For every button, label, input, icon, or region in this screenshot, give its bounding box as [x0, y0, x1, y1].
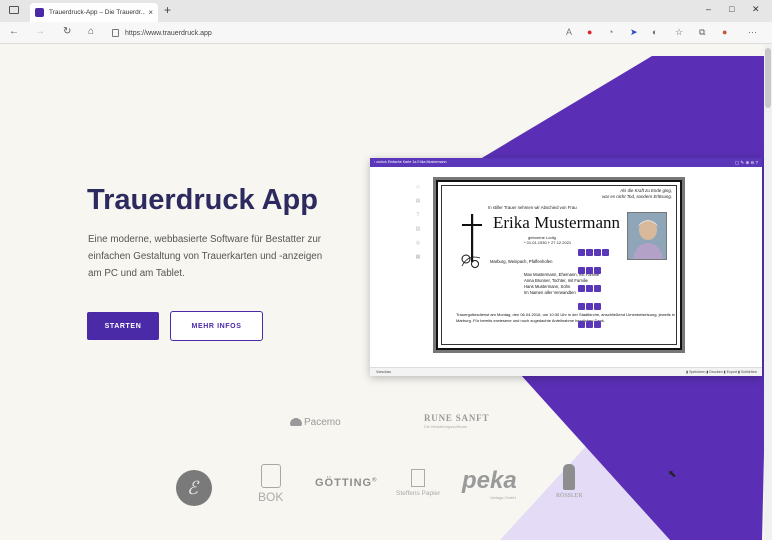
- logo-peka: peka: [462, 467, 517, 494]
- url-text: https://www.trauerdruck.app: [125, 29, 212, 37]
- browser-nav-bar: ← → ↻ ⌂ https://www.trauerdruck.app A ● …: [0, 22, 772, 44]
- logo-gotting: GÖTTING®: [315, 477, 378, 489]
- hero-description: Eine moderne, webbasierte Software für B…: [88, 234, 323, 279]
- steffens-flag-icon: [411, 469, 426, 487]
- favorites-icon[interactable]: ☆: [675, 27, 683, 38]
- lock-icon: [112, 29, 119, 37]
- card-quote-line2: war es nicht Tod, sondern Erlösung.: [602, 193, 672, 199]
- logo-steffens-text: Steffens Papier: [396, 490, 441, 497]
- logo-pacemo-text: Pacemo: [304, 417, 341, 428]
- read-aloud-icon[interactable]: A: [566, 27, 572, 37]
- app-preview-tool-grid: [577, 243, 611, 333]
- hero-title: Trauerdruck App: [87, 184, 318, 216]
- browser-menu-button[interactable]: ···: [748, 27, 757, 37]
- page-content: Trauerdruck App Eine moderne, webbasiert…: [0, 44, 772, 540]
- scrollbar-thumb[interactable]: [765, 48, 771, 108]
- tab-title: Trauerdruck-App – Die Trauerdr...: [49, 9, 146, 16]
- tab-close-button[interactable]: ×: [148, 8, 153, 17]
- mourning-card-frame: Als die Kraft zu Ende ging, war es nicht…: [441, 185, 677, 345]
- logo-bok-text: BOK: [258, 490, 284, 504]
- more-info-button[interactable]: MEHR INFOS: [170, 311, 263, 341]
- extension-red-icon[interactable]: ●: [587, 27, 592, 37]
- card-dates: * 01.01.1930 † 27.12.2021: [524, 240, 572, 245]
- card-places: Marburg, Weinpach, Pfaffenhofen: [490, 259, 553, 264]
- mourning-card: Als die Kraft zu Ende ging, war es nicht…: [436, 180, 682, 350]
- logo-rune-sanft-sub: Die Bestattungssoftware: [424, 424, 468, 429]
- start-button[interactable]: STARTEN: [87, 312, 159, 340]
- browser-tab-bar: Trauerdruck-App – Die Trauerdr... × + – …: [0, 0, 772, 22]
- card-ceremony-text: Trauergottesdienst am Montag, den 06.04.…: [456, 312, 675, 323]
- home-icon[interactable]: ⌂: [88, 26, 94, 37]
- cloud-icon: [290, 418, 302, 427]
- page-scrollbar[interactable]: [764, 44, 772, 540]
- refresh-icon[interactable]: ↻: [63, 26, 71, 37]
- logo-steffens: Steffens Papier: [396, 469, 440, 497]
- tab-actions-icon[interactable]: [9, 6, 19, 14]
- profile-avatar[interactable]: ●: [722, 27, 727, 37]
- logo-gotting-text: GÖTTING: [315, 477, 373, 489]
- close-window-button[interactable]: ✕: [752, 4, 760, 15]
- new-tab-button[interactable]: +: [164, 3, 171, 17]
- card-portrait-photo: [627, 212, 667, 260]
- logo-rossler-text: RÖSSLER: [556, 493, 583, 499]
- extension-icon[interactable]: ◔: [608, 27, 613, 37]
- back-arrow-icon[interactable]: ←: [9, 26, 19, 37]
- forward-arrow-icon[interactable]: →: [35, 26, 45, 37]
- collections-icon[interactable]: ⧉: [699, 27, 705, 38]
- logo-bok: BOK: [258, 464, 283, 504]
- app-preview-screenshot: ‹ zurück Einfache Karte 1a Erika Musterm…: [370, 158, 762, 376]
- logo-pacemo: Pacemo: [290, 417, 341, 428]
- card-intro: In stiller Trauer nehmen wir Abschied vo…: [488, 205, 577, 210]
- app-preview-status-right: ▮ Speichern ▮ Drucken ▮ Export ▮ Schließ…: [686, 370, 757, 374]
- app-preview-title: ‹ zurück Einfache Karte 1a Erika Musterm…: [374, 160, 447, 164]
- extension-gray-icon[interactable]: ◐: [652, 27, 657, 37]
- rossler-figure-icon: [563, 464, 576, 490]
- logo-peka-sub: Verlags GmbH: [490, 495, 517, 500]
- favicon-icon: [35, 8, 44, 17]
- minimize-button[interactable]: –: [706, 4, 711, 14]
- app-preview-statusbar: Vorschau ▮ Speichern ▮ Drucken ▮ Export …: [370, 367, 762, 376]
- app-preview-sidebar-icons: ◇ ▤ T ▥ ◎ ▦: [415, 184, 421, 260]
- address-bar[interactable]: https://www.trauerdruck.app: [112, 25, 552, 41]
- maximize-button[interactable]: □: [729, 4, 734, 14]
- card-name: Erika Mustermann: [493, 213, 620, 232]
- logo-circle-e: ℰ: [176, 470, 212, 506]
- browser-tab-active[interactable]: Trauerdruck-App – Die Trauerdr... ×: [30, 3, 158, 22]
- app-preview-status-left: Vorschau: [376, 370, 391, 374]
- bok-emblem-icon: [260, 464, 281, 488]
- mouse-cursor-icon: ⬉: [668, 469, 677, 480]
- logo-rossler: RÖSSLER: [556, 464, 582, 499]
- app-preview-toolbar-icons: ▢ ✎ ⊕ ⊖ ?: [734, 159, 758, 165]
- app-preview-header: ‹ zurück Einfache Karte 1a Erika Musterm…: [370, 158, 762, 167]
- cross-flower-icon: [461, 214, 482, 268]
- extension-blue-icon[interactable]: ➤: [630, 27, 638, 38]
- card-quote: Als die Kraft zu Ende ging, war es nicht…: [602, 188, 672, 199]
- logo-rune-sanft: RUNE SANFT: [424, 413, 490, 423]
